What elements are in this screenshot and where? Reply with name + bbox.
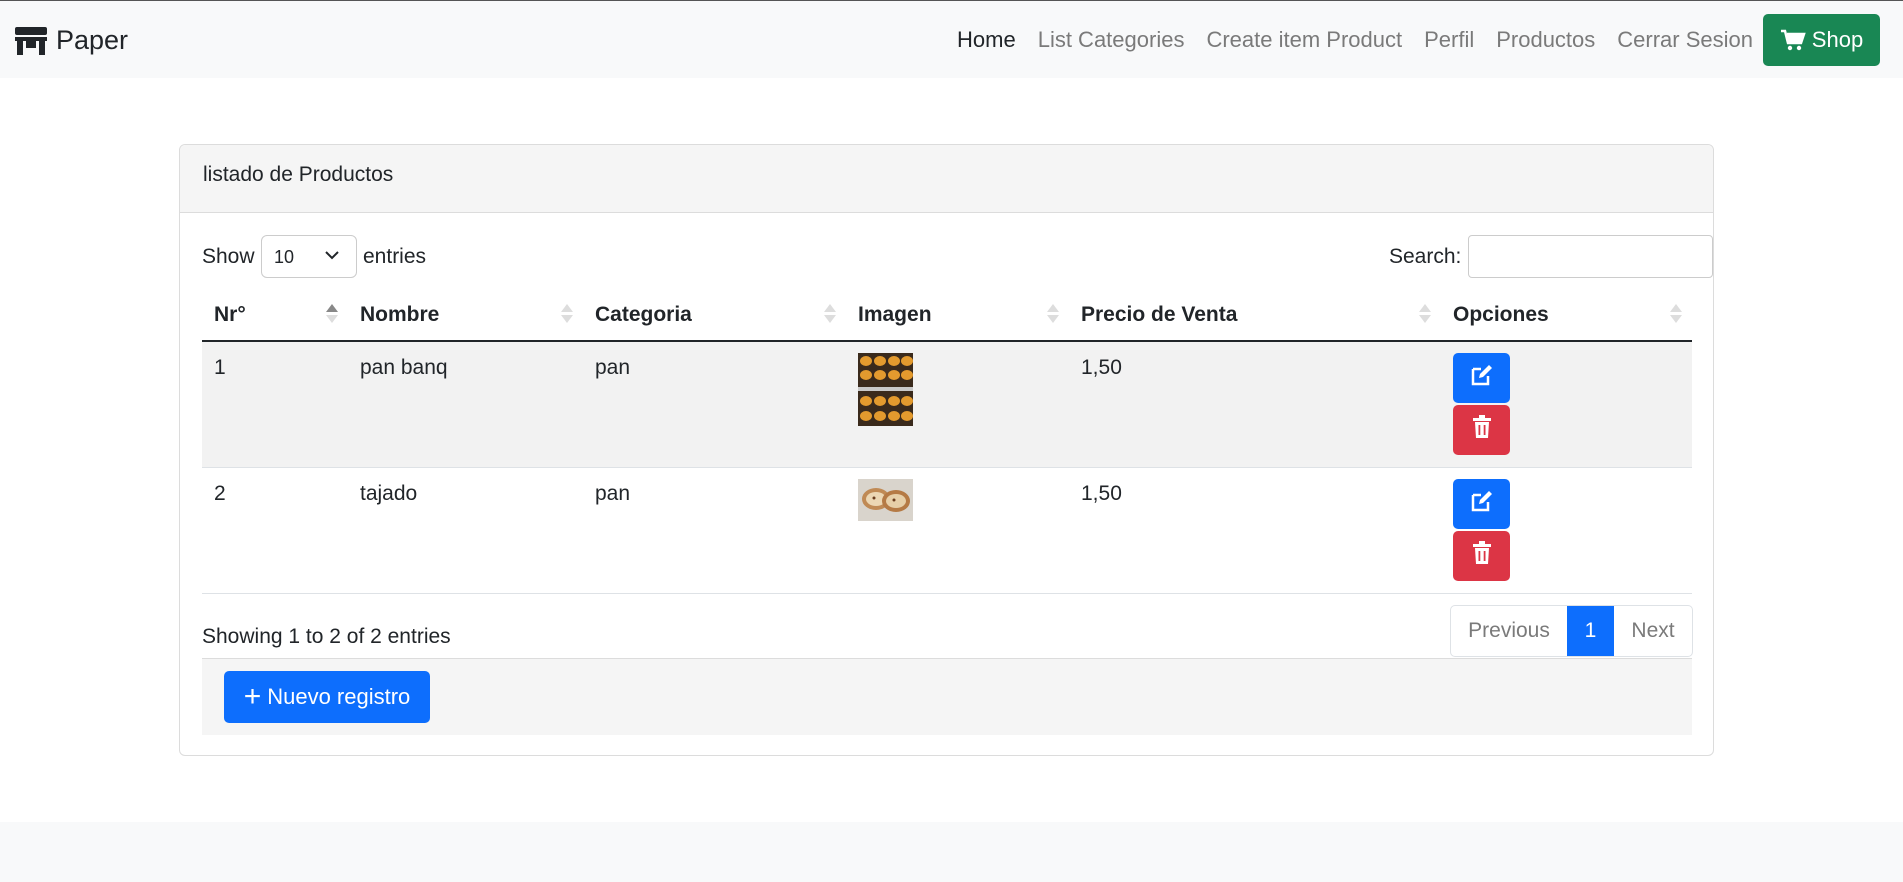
edit-icon bbox=[1470, 363, 1494, 393]
pagination-previous[interactable]: Previous bbox=[1451, 606, 1567, 656]
edit-icon bbox=[1470, 489, 1494, 519]
sliced-bread-image bbox=[858, 478, 913, 527]
col-imagen[interactable]: Imagen bbox=[846, 290, 1069, 342]
delete-button[interactable] bbox=[1453, 405, 1510, 455]
edit-button[interactable] bbox=[1453, 478, 1510, 529]
cell-categoria: pan bbox=[583, 341, 846, 468]
navbar: Paper Home List Categories Create item P… bbox=[0, 0, 1903, 78]
search-label: Search: bbox=[1389, 245, 1462, 268]
edit-button[interactable] bbox=[1453, 353, 1510, 403]
brand[interactable]: Paper bbox=[14, 25, 128, 56]
sort-icon bbox=[1419, 304, 1431, 326]
nav-productos[interactable]: Productos bbox=[1496, 27, 1595, 53]
cell-precio: 1,50 bbox=[1069, 467, 1441, 594]
cell-precio: 1,50 bbox=[1069, 341, 1441, 468]
sort-icon bbox=[1047, 304, 1059, 326]
pagination-next[interactable]: Next bbox=[1614, 606, 1692, 656]
nav-perfil[interactable]: Perfil bbox=[1424, 27, 1474, 53]
nav-create-item-product[interactable]: Create item Product bbox=[1206, 27, 1402, 53]
col-nr[interactable]: Nr° bbox=[202, 290, 348, 342]
cell-categoria: pan bbox=[583, 467, 846, 594]
shop-label: Shop bbox=[1811, 27, 1864, 52]
nav-home[interactable]: Home bbox=[957, 27, 1016, 53]
new-record-button[interactable]: + Nuevo registro bbox=[224, 671, 430, 723]
scrollbar-track[interactable] bbox=[1890, 78, 1903, 822]
sort-icon bbox=[1670, 304, 1682, 326]
table-controls: Show 10 entries Search: bbox=[202, 235, 1713, 279]
plus-icon: + bbox=[243, 680, 262, 713]
chevron-down-icon bbox=[324, 247, 340, 263]
cell-nr: 1 bbox=[202, 341, 348, 468]
store-icon bbox=[14, 26, 48, 56]
col-opciones[interactable]: Opciones bbox=[1441, 290, 1692, 342]
nav-cerrar-sesion[interactable]: Cerrar Sesion bbox=[1617, 27, 1753, 53]
nav-links: Home List Categories Create item Product… bbox=[957, 14, 1903, 66]
entries-select[interactable]: 10 bbox=[261, 235, 357, 278]
card-footer: + Nuevo registro bbox=[202, 658, 1692, 735]
shop-button[interactable]: Shop bbox=[1763, 14, 1880, 66]
bread-rolls-tray-image bbox=[858, 353, 913, 432]
col-precio[interactable]: Precio de Venta bbox=[1069, 290, 1441, 342]
page-footer bbox=[0, 822, 1903, 882]
cell-opciones bbox=[1441, 467, 1692, 594]
pagination: Previous 1 Next bbox=[1450, 605, 1693, 657]
sort-asc-icon bbox=[326, 304, 338, 326]
table-row: 2 tajado pan 1,50 bbox=[202, 467, 1692, 594]
col-nombre[interactable]: Nombre bbox=[348, 290, 583, 342]
cell-opciones bbox=[1441, 341, 1692, 468]
pagination-page-1[interactable]: 1 bbox=[1567, 606, 1614, 656]
entries-label: entries bbox=[363, 245, 427, 268]
cell-imagen bbox=[846, 341, 1069, 468]
sort-icon bbox=[824, 304, 836, 326]
search-input[interactable] bbox=[1468, 235, 1713, 278]
table-row: 1 pan banq pan 1,50 bbox=[202, 341, 1692, 468]
cell-nombre: pan banq bbox=[348, 341, 583, 468]
cell-nombre: tajado bbox=[348, 467, 583, 594]
products-card: listado de Productos Show 10 entries Sea… bbox=[179, 144, 1714, 756]
entries-select-value: 10 bbox=[274, 247, 295, 267]
cell-nr: 2 bbox=[202, 467, 348, 594]
new-record-label: Nuevo registro bbox=[267, 684, 411, 709]
delete-button[interactable] bbox=[1453, 530, 1510, 581]
table-info: Showing 1 to 2 of 2 entries bbox=[202, 625, 451, 648]
nav-list-categories[interactable]: List Categories bbox=[1038, 27, 1185, 53]
col-categoria[interactable]: Categoria bbox=[583, 290, 846, 342]
table-header-row: Nr° Nombre Categoria Imagen Precio de Ve… bbox=[202, 290, 1692, 342]
card-title: listado de Productos bbox=[180, 145, 1713, 213]
products-table: Nr° Nombre Categoria Imagen Precio de Ve… bbox=[202, 290, 1692, 594]
brand-name: Paper bbox=[56, 25, 129, 55]
cell-imagen bbox=[846, 467, 1069, 594]
trash-icon bbox=[1472, 415, 1492, 445]
cart-icon bbox=[1780, 29, 1806, 51]
trash-icon bbox=[1472, 540, 1492, 571]
sort-icon bbox=[561, 304, 573, 326]
show-label: Show bbox=[202, 245, 255, 268]
